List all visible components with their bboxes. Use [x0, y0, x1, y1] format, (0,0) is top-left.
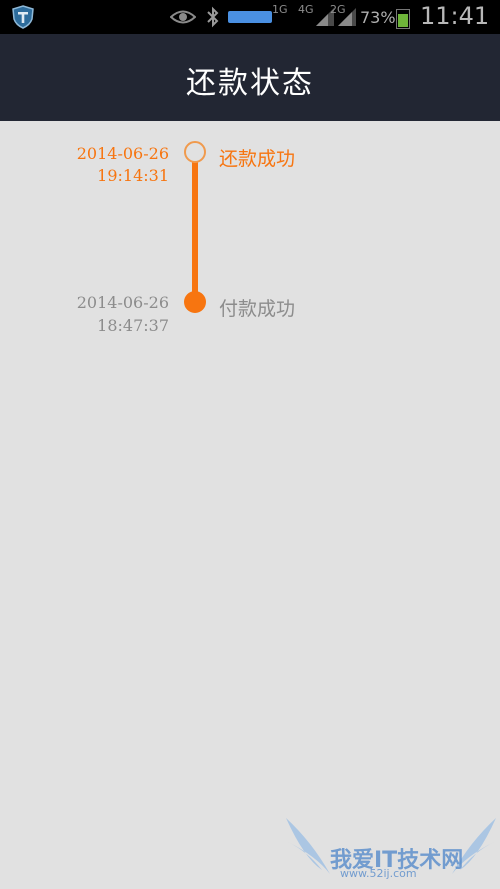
timeline-done-node-icon — [184, 291, 206, 313]
battery-percent: 73% — [360, 8, 396, 27]
watermark-url: www.52ij.com — [340, 867, 417, 880]
event-time: 18:47:37 — [97, 316, 169, 335]
event-status: 付款成功 — [219, 298, 296, 320]
notification-icon — [228, 11, 272, 23]
event-status: 还款成功 — [219, 148, 296, 170]
event-time: 19:14:31 — [97, 166, 169, 185]
event-date: 2014-06-26 — [76, 293, 169, 312]
network-1g-label: 1G — [272, 3, 288, 16]
event-date: 2014-06-26 — [76, 144, 169, 163]
signal-icon — [338, 8, 356, 26]
clock: 11:41 — [420, 2, 490, 30]
eye-icon — [170, 10, 196, 24]
status-bar: 1G 4G 2G 73% 11:41 — [0, 0, 500, 34]
app-shield-icon — [12, 5, 34, 29]
network-4g-label: 4G — [298, 3, 314, 16]
page-title: 还款状态 — [186, 66, 314, 101]
battery-icon — [396, 9, 410, 29]
header-bar: 还款状态 — [0, 34, 500, 121]
timeline-current-node-icon — [184, 141, 206, 163]
bluetooth-icon — [207, 6, 219, 28]
timeline-connector — [192, 162, 198, 302]
